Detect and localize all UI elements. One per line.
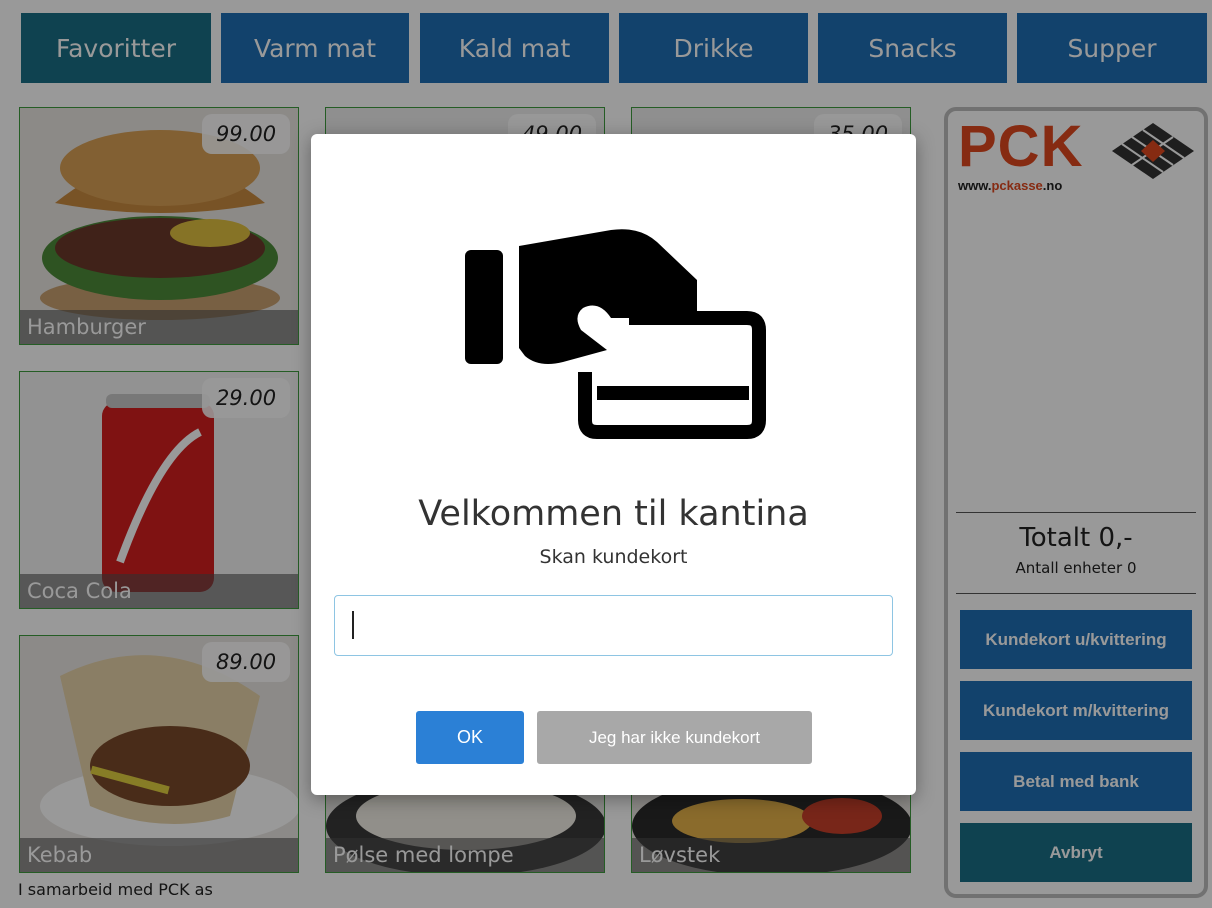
customer-card-input[interactable] (334, 595, 893, 656)
hand-card-icon (465, 229, 766, 439)
ok-button[interactable]: OK (416, 711, 524, 764)
text-caret (352, 611, 354, 639)
modal-title: Velkommen til kantina (418, 494, 809, 534)
welcome-modal: Velkommen til kantina Skan kundekort OK … (311, 134, 916, 795)
no-customer-card-button[interactable]: Jeg har ikke kundekort (537, 711, 812, 764)
modal-subtitle: Skan kundekort (539, 546, 688, 568)
